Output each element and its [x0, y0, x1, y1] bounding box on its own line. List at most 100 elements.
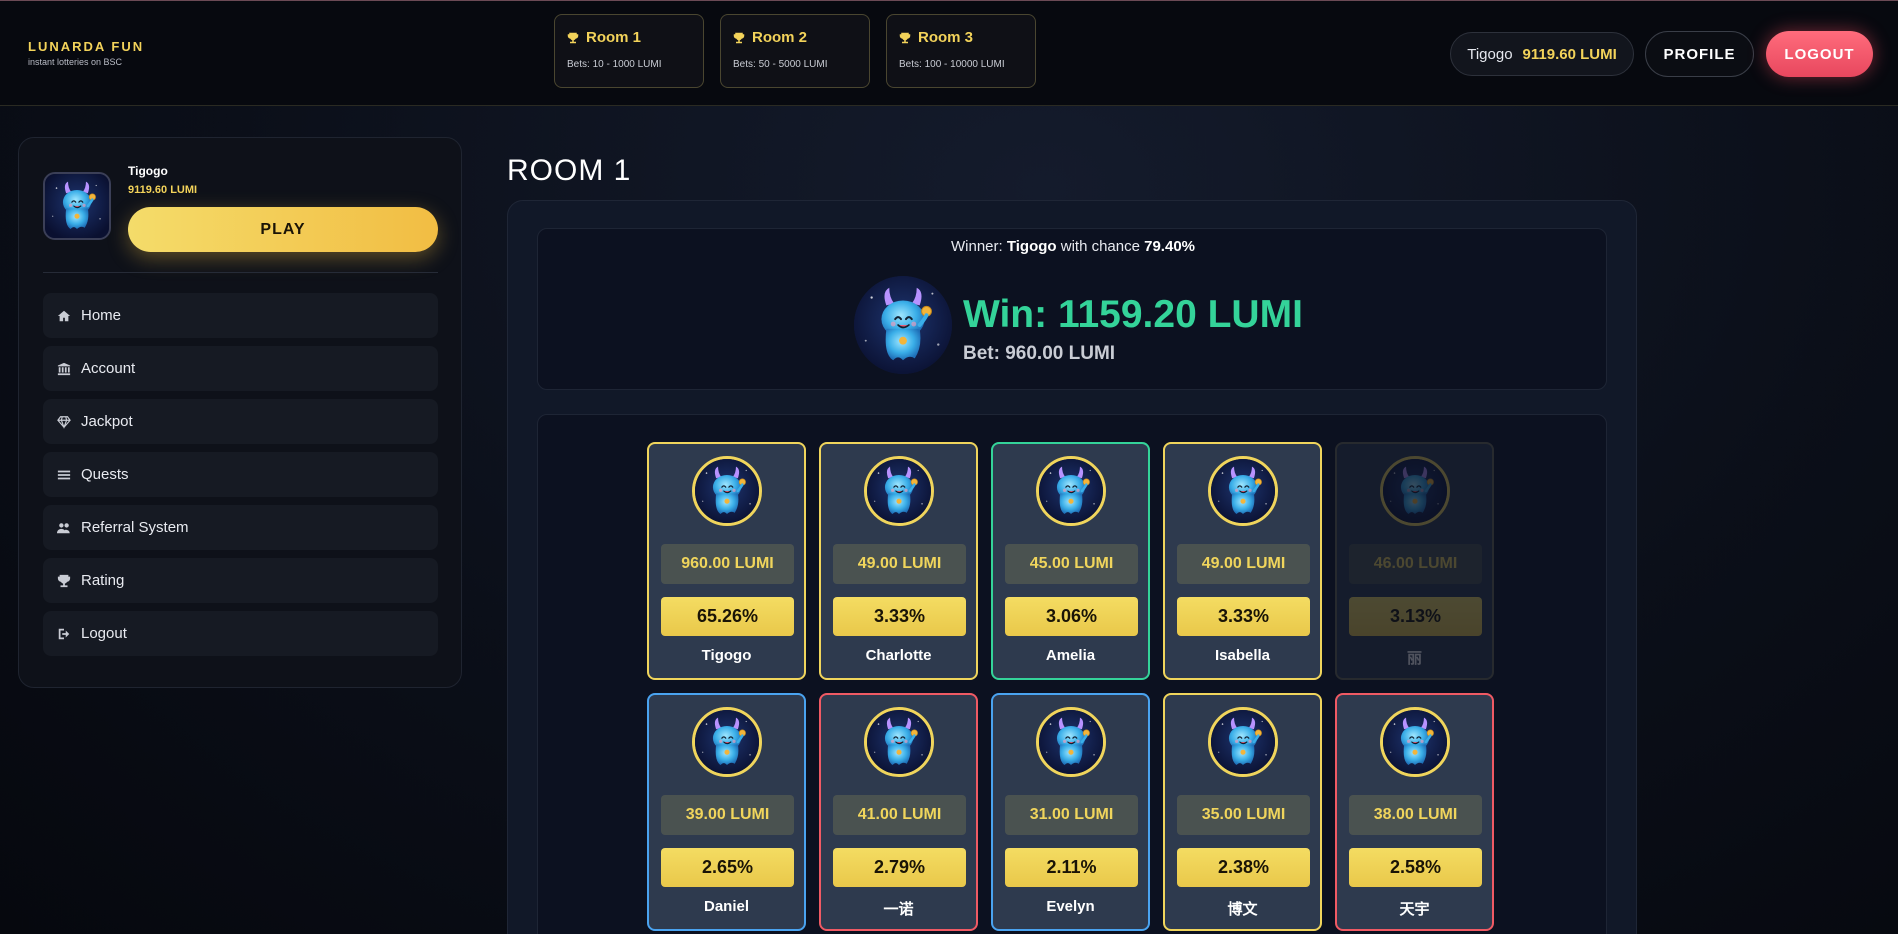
- player-chance: 2.65%: [661, 848, 794, 887]
- room-tab-2[interactable]: Room 2 Bets: 50 - 5000 LUMI: [720, 14, 870, 88]
- sidebar-balance: 9119.60 LUMI: [128, 184, 198, 196]
- sidebar-item-jackpot[interactable]: Jackpot: [43, 399, 438, 444]
- mascot-avatar-image: [1383, 459, 1447, 523]
- player-chance: 65.26%: [661, 597, 794, 636]
- players-grid: 960.00 LUMI 65.26% Tigogo 49.00 LUMI 3.3…: [537, 414, 1607, 934]
- mascot-avatar-image: [1211, 710, 1275, 774]
- room-tab-label: Room 3: [918, 29, 974, 46]
- home-icon: [57, 310, 71, 321]
- mascot-avatar-image: [1211, 459, 1275, 523]
- player-bet: 35.00 LUMI: [1177, 795, 1310, 835]
- mascot-avatar-image: [854, 276, 952, 374]
- header-balance: 9119.60 LUMI: [1522, 45, 1617, 63]
- player-card[interactable]: 45.00 LUMI 3.06% Amelia: [991, 442, 1150, 680]
- room-tab-3[interactable]: Room 3 Bets: 100 - 10000 LUMI: [886, 14, 1036, 88]
- player-chance: 2.79%: [833, 848, 966, 887]
- player-name: Amelia: [1045, 647, 1096, 664]
- diamond-icon: [57, 415, 71, 429]
- room-tab-1[interactable]: Room 1 Bets: 10 - 1000 LUMI: [554, 14, 704, 88]
- player-name: 一诺: [883, 901, 914, 918]
- sidebar-item-quests[interactable]: Quests: [43, 452, 438, 497]
- header-username: Tigogo: [1467, 45, 1513, 63]
- player-name: 博文: [1227, 901, 1258, 918]
- player-bet: 39.00 LUMI: [661, 795, 794, 835]
- avatar: [1208, 456, 1278, 526]
- trophy-icon: [733, 32, 745, 43]
- player-bet: 45.00 LUMI: [1005, 544, 1138, 584]
- player-chance: 3.33%: [833, 597, 966, 636]
- player-chance: 3.06%: [1005, 597, 1138, 636]
- player-name: Isabella: [1214, 647, 1271, 664]
- player-chance: 2.38%: [1177, 848, 1310, 887]
- player-card[interactable]: 31.00 LUMI 2.11% Evelyn: [991, 693, 1150, 931]
- users-icon: [57, 522, 70, 533]
- player-name: Daniel: [703, 898, 749, 915]
- avatar: [864, 456, 934, 526]
- winner-line: Winner: Tigogo with chance 79.40%: [538, 238, 1608, 255]
- list-icon: [57, 470, 71, 479]
- avatar: [864, 707, 934, 777]
- sidebar-item-logout[interactable]: Logout: [43, 611, 438, 656]
- brand[interactable]: LUNARDA FUN instant lotteries on BSC: [28, 39, 144, 67]
- winner-prefix: Winner:: [951, 238, 1007, 255]
- avatar: [692, 456, 762, 526]
- player-chance: 2.58%: [1349, 848, 1482, 887]
- mascot-avatar-image: [45, 174, 109, 238]
- player-bet: 38.00 LUMI: [1349, 795, 1482, 835]
- avatar: [1380, 707, 1450, 777]
- avatar: [1036, 707, 1106, 777]
- brand-subtitle: instant lotteries on BSC: [28, 57, 123, 67]
- sidebar-item-rating[interactable]: Rating: [43, 558, 438, 603]
- logout-button[interactable]: LOGOUT: [1766, 31, 1873, 77]
- sidebar: Tigogo 9119.60 LUMI PLAY Home Account Ja…: [18, 137, 462, 688]
- room-tab-bets: Bets: 10 - 1000 LUMI: [567, 59, 662, 70]
- mascot-avatar-image: [867, 710, 931, 774]
- sidebar-item-label: Account: [81, 360, 136, 377]
- brand-title: LUNARDA FUN: [28, 39, 145, 54]
- avatar: [43, 172, 111, 240]
- player-name: Evelyn: [1046, 898, 1095, 915]
- play-button[interactable]: PLAY: [128, 207, 438, 252]
- sidebar-item-referral-system[interactable]: Referral System: [43, 505, 438, 550]
- player-card[interactable]: 960.00 LUMI 65.26% Tigogo: [647, 442, 806, 680]
- sidebar-username: Tigogo: [128, 164, 168, 178]
- player-chance: 3.13%: [1349, 597, 1482, 636]
- player-card[interactable]: 49.00 LUMI 3.33% Isabella: [1163, 442, 1322, 680]
- sidebar-item-account[interactable]: Account: [43, 346, 438, 391]
- mascot-avatar-image: [867, 459, 931, 523]
- sidebar-divider: [43, 272, 438, 273]
- sidebar-item-label: Quests: [81, 466, 129, 483]
- player-card[interactable]: 41.00 LUMI 2.79% 一诺: [819, 693, 978, 931]
- player-card[interactable]: 35.00 LUMI 2.38% 博文: [1163, 693, 1322, 931]
- sign-out-icon: [58, 628, 70, 639]
- sidebar-item-label: Home: [81, 307, 122, 324]
- top-bar: LUNARDA FUN instant lotteries on BSC Roo…: [0, 0, 1898, 106]
- sidebar-item-label: Referral System: [81, 519, 189, 536]
- trophy-icon: [899, 32, 911, 43]
- player-card[interactable]: 49.00 LUMI 3.33% Charlotte: [819, 442, 978, 680]
- player-chance: 2.11%: [1005, 848, 1138, 887]
- profile-button[interactable]: PROFILE: [1645, 31, 1754, 77]
- avatar: [692, 707, 762, 777]
- winner-box: Winner: Tigogo with chance 79.40% Win: 1…: [537, 228, 1607, 390]
- sidebar-item-home[interactable]: Home: [43, 293, 438, 338]
- player-name: Charlotte: [865, 647, 932, 664]
- player-card[interactable]: 46.00 LUMI 3.13% 丽: [1335, 442, 1494, 680]
- player-card[interactable]: 38.00 LUMI 2.58% 天宇: [1335, 693, 1494, 931]
- player-bet: 41.00 LUMI: [833, 795, 966, 835]
- mascot-avatar-image: [1039, 710, 1103, 774]
- mascot-avatar-image: [1039, 459, 1103, 523]
- sidebar-nav: Home Account Jackpot Quests Referral Sys…: [43, 293, 438, 664]
- player-bet: 49.00 LUMI: [833, 544, 966, 584]
- room-tab-label: Room 2: [752, 29, 808, 46]
- room-tab-bets: Bets: 100 - 10000 LUMI: [899, 59, 1005, 70]
- player-bet: 49.00 LUMI: [1177, 544, 1310, 584]
- player-card[interactable]: 39.00 LUMI 2.65% Daniel: [647, 693, 806, 931]
- winner-middle: with chance: [1056, 238, 1145, 255]
- bank-icon: [57, 362, 71, 375]
- player-name: Tigogo: [701, 647, 752, 664]
- winner-avatar: [854, 276, 952, 374]
- mascot-avatar-image: [695, 710, 759, 774]
- winner-name: Tigogo: [1006, 238, 1057, 255]
- sidebar-item-label: Rating: [81, 572, 125, 589]
